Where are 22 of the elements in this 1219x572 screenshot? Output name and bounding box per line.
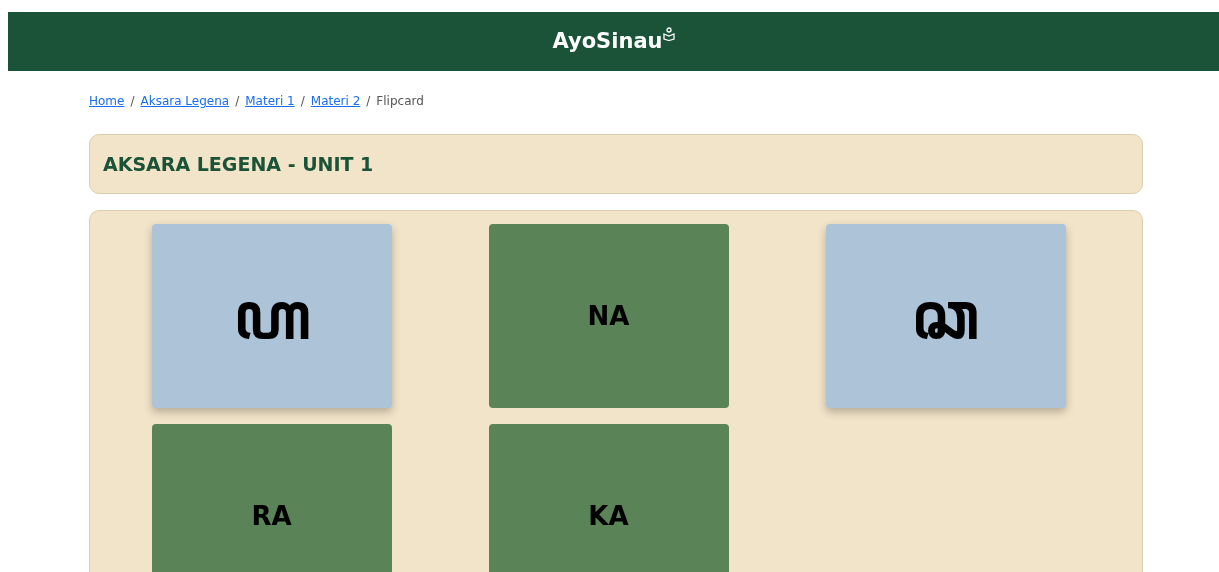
logo[interactable]: AyoSinau <box>552 25 663 58</box>
flip-card[interactable]: ꦕ <box>825 224 1066 408</box>
flip-card[interactable]: ꦲ <box>151 224 392 408</box>
breadcrumb-link[interactable]: Materi 1 <box>245 92 295 110</box>
flip-card[interactable]: RA <box>151 424 392 572</box>
breadcrumb-link[interactable]: Aksara Legena <box>140 92 230 110</box>
flip-card[interactable]: KA <box>488 424 729 572</box>
breadcrumb-separator: / <box>300 93 305 110</box>
breadcrumb-separator: / <box>130 93 135 110</box>
card-label: KA <box>588 499 629 533</box>
breadcrumb-link[interactable]: Materi 2 <box>310 92 361 110</box>
script-character: ꦕ <box>912 278 979 355</box>
breadcrumb-link[interactable]: Home <box>89 92 125 110</box>
card-label: NA <box>587 299 630 333</box>
book-icon <box>662 26 675 41</box>
breadcrumb-separator: / <box>366 93 371 110</box>
breadcrumb-current: Flipcard <box>376 93 424 110</box>
card-label: RA <box>251 499 292 533</box>
flip-card[interactable]: NA <box>488 224 729 408</box>
breadcrumb-separator: / <box>235 93 240 110</box>
script-character: ꦲ <box>233 278 310 355</box>
unit-title: AKSARA LEGENA - UNIT 1 <box>103 151 374 177</box>
